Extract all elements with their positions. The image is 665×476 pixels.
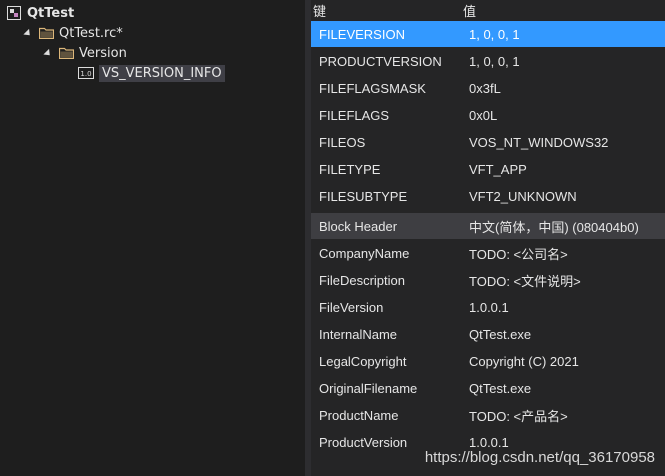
tree-item-version-info[interactable]: 1.0 VS_VERSION_INFO xyxy=(78,63,225,83)
table-row[interactable]: FileVersion 1.0.0.1 xyxy=(311,294,665,320)
tree-version-folder-label: Version xyxy=(79,45,127,61)
watermark-text: https://blog.csdn.net/qq_36170958 xyxy=(424,449,655,466)
table-row[interactable]: FILEOS VOS_NT_WINDOWS32 xyxy=(311,129,665,155)
row-value[interactable]: TODO: <文件说明> xyxy=(469,271,581,290)
row-key: PRODUCTVERSION xyxy=(319,53,442,69)
row-value[interactable]: 1, 0, 0, 1 xyxy=(469,54,520,69)
folder-icon xyxy=(58,46,74,60)
table-row[interactable]: LegalCopyright Copyright (C) 2021 xyxy=(311,348,665,374)
table-row[interactable]: InternalName QtTest.exe xyxy=(311,321,665,347)
table-row[interactable]: FILETYPE VFT_APP xyxy=(311,156,665,182)
table-row[interactable]: FILEFLAGS 0x0L xyxy=(311,102,665,128)
row-key: FILEOS xyxy=(319,134,366,150)
tree-item-rc-file[interactable]: QtTest.rc* xyxy=(22,23,123,43)
table-row[interactable]: FILEFLAGSMASK 0x3fL xyxy=(311,75,665,101)
row-value[interactable]: 0x3fL xyxy=(469,81,501,96)
project-icon xyxy=(6,6,22,20)
row-value[interactable]: QtTest.exe xyxy=(469,381,531,396)
table-row[interactable]: FILEVERSION 1, 0, 0, 1 xyxy=(311,21,665,47)
row-value[interactable]: 1.0.0.1 xyxy=(469,435,509,450)
row-key: FILEFLAGSMASK xyxy=(319,80,426,96)
row-key: CompanyName xyxy=(319,245,410,261)
row-key: FileDescription xyxy=(319,272,405,288)
version-info-grid: 键 值 FILEVERSION 1, 0, 0, 1 PRODUCTVERSION 1… xyxy=(311,0,665,476)
row-key: FILESUBTYPE xyxy=(319,188,408,204)
row-key: ProductName xyxy=(319,407,399,423)
tree-item-root[interactable]: QtTest xyxy=(6,3,74,23)
table-row[interactable]: ProductName TODO: <产品名> xyxy=(311,402,665,428)
row-value[interactable]: VOS_NT_WINDOWS32 xyxy=(469,135,608,150)
table-row[interactable]: PRODUCTVERSION 1, 0, 0, 1 xyxy=(311,48,665,74)
row-value[interactable]: VFT_APP xyxy=(469,162,527,177)
row-value[interactable]: 1, 0, 0, 1 xyxy=(469,27,520,42)
row-value[interactable]: 0x0L xyxy=(469,108,497,123)
row-key: ProductVersion xyxy=(319,434,408,450)
table-row[interactable]: CompanyName TODO: <公司名> xyxy=(311,240,665,266)
row-value[interactable]: TODO: <公司名> xyxy=(469,244,568,263)
version-badge-text: 1.0 xyxy=(80,70,91,78)
row-key: FILETYPE xyxy=(319,161,381,177)
row-value[interactable]: QtTest.exe xyxy=(469,327,531,342)
tree-root-label: QtTest xyxy=(27,5,75,21)
resource-tree: QtTest QtTest.rc* Version 1.0 VS_VERSION… xyxy=(0,0,305,476)
row-key: OriginalFilename xyxy=(319,380,418,396)
block-header-row[interactable]: Block Header 中文(简体，中国) (080404b0) xyxy=(311,213,665,239)
row-value[interactable]: Copyright (C) 2021 xyxy=(469,354,579,369)
table-row[interactable]: OriginalFilename QtTest.exe xyxy=(311,375,665,401)
row-key: InternalName xyxy=(319,326,398,342)
folder-icon xyxy=(38,26,54,40)
row-key: FileVersion xyxy=(319,299,384,315)
expanded-chevron-icon[interactable] xyxy=(42,47,54,59)
tree-version-info-label: VS_VERSION_INFO xyxy=(99,64,225,82)
row-key: LegalCopyright xyxy=(319,353,407,369)
version-resource-icon: 1.0 xyxy=(78,66,94,80)
grid-header: 键 值 xyxy=(311,0,665,22)
column-header-value[interactable]: 值 xyxy=(463,1,476,20)
table-row[interactable]: FileDescription TODO: <文件说明> xyxy=(311,267,665,293)
tree-item-version-folder[interactable]: Version xyxy=(42,43,127,63)
row-key: FILEFLAGS xyxy=(319,107,390,123)
tree-rc-file-label: QtTest.rc* xyxy=(59,25,123,41)
column-header-key[interactable]: 键 xyxy=(313,1,326,20)
row-value[interactable]: 中文(简体，中国) (080404b0) xyxy=(469,217,639,236)
expanded-chevron-icon[interactable] xyxy=(22,27,34,39)
row-value[interactable]: VFT2_UNKNOWN xyxy=(469,189,577,204)
row-value[interactable]: 1.0.0.1 xyxy=(469,300,509,315)
row-key: Block Header xyxy=(319,218,398,234)
table-row[interactable]: FILESUBTYPE VFT2_UNKNOWN xyxy=(311,183,665,209)
row-value[interactable]: TODO: <产品名> xyxy=(469,406,568,425)
row-key: FILEVERSION xyxy=(319,26,405,42)
